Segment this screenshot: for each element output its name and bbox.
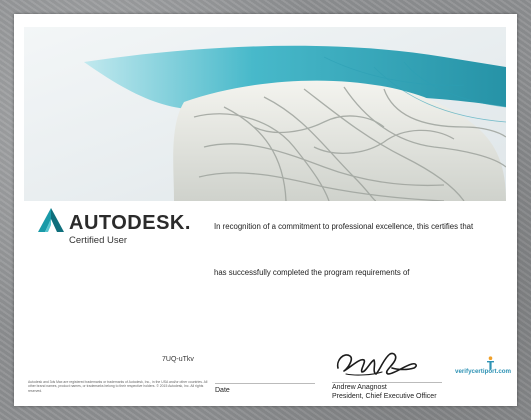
legal-notice: Autodesk and 3ds Max are registered trad… <box>28 380 208 393</box>
signer-title: President, Chief Executive Officer <box>332 393 437 400</box>
signature-rule <box>332 382 442 383</box>
verify-link[interactable]: verifycertiport.com <box>455 368 511 375</box>
completion-statement: has successfully completed the program r… <box>214 268 410 277</box>
ceo-signature <box>336 352 417 376</box>
certificate: AUTODESK. Certified User In recognition … <box>14 14 517 406</box>
autodesk-wordmark: AUTODESK. <box>69 212 191 234</box>
certificate-id: 7UQ-uTkv <box>162 356 194 363</box>
autodesk-a-logo-icon <box>38 208 64 232</box>
date-label: Date <box>215 387 230 394</box>
autodesk-logo: AUTODESK. Certified User <box>38 208 228 253</box>
recognition-statement: In recognition of a commitment to profes… <box>214 222 474 231</box>
certification-level: Certified User <box>69 235 128 246</box>
header-artwork <box>24 27 506 201</box>
architectural-render-image <box>24 27 506 201</box>
date-rule <box>215 383 315 384</box>
signer-name: Andrew Anagnost <box>332 384 387 391</box>
